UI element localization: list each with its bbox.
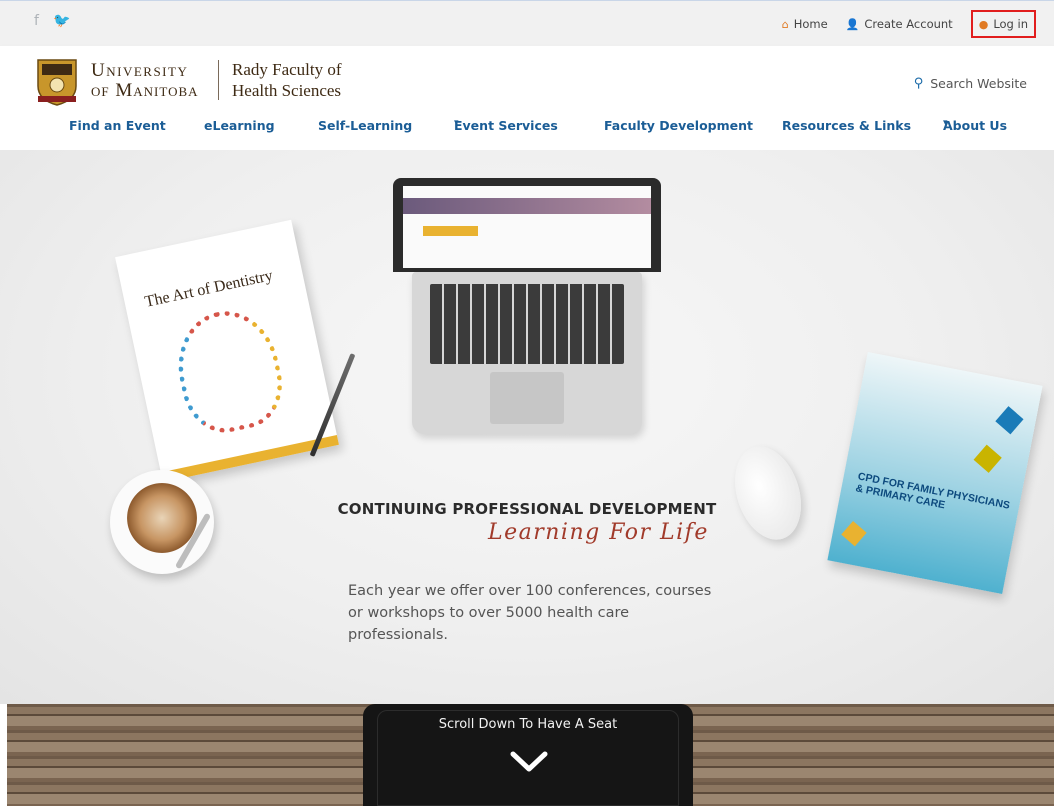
- hero-description: Each year we offer over 100 conferences,…: [348, 583, 712, 643]
- search-label: Search Website: [930, 76, 1027, 91]
- hero-tagline: Learning For Life: [488, 520, 709, 545]
- header-divider: [218, 60, 219, 100]
- facebook-icon[interactable]: f: [34, 13, 39, 29]
- home-icon: ⌂: [781, 17, 789, 31]
- brochure-left-title: The Art of Dentistry: [143, 267, 275, 311]
- keyboard: [430, 284, 624, 364]
- university-name-line1: University: [91, 60, 189, 81]
- hero-heading: CONTINUING PROFESSIONAL DEVELOPMENT: [337, 500, 717, 518]
- top-utility-bar: f 🐦 ⌂ Home 👤 Create Account ● Log in: [0, 0, 1054, 46]
- search-website-button[interactable]: ⚲ Search Website: [914, 76, 1027, 91]
- computer-mouse-image: [723, 437, 813, 549]
- chevron-down-icon: ▾: [943, 118, 948, 128]
- university-name-line2: of Manitoba: [91, 80, 199, 101]
- chevron-down-icon: ▾: [454, 118, 459, 128]
- faculty-name-line1: Rady Faculty of: [232, 60, 342, 79]
- utility-links: ⌂ Home 👤 Create Account ● Log in: [782, 10, 1036, 38]
- site-header: University of Manitoba Rady Faculty of H…: [0, 46, 1054, 150]
- search-icon: ⚲: [913, 76, 924, 91]
- login-label: Log in: [993, 17, 1028, 31]
- art-of-dentistry-brochure-image: The Art of Dentistry: [115, 219, 339, 483]
- home-label: Home: [793, 17, 828, 31]
- login-link[interactable]: ● Log in: [970, 10, 1036, 38]
- hero-banner: The Art of Dentistry CPD FOR FAMILY PHYS…: [0, 150, 1054, 704]
- laptop-screen-image: [393, 178, 661, 272]
- trackpad: [490, 372, 564, 424]
- add-user-icon: 👤: [845, 17, 860, 31]
- create-account-link[interactable]: 👤 Create Account: [846, 17, 953, 31]
- tooth-illustration: [167, 301, 291, 441]
- twitter-icon[interactable]: 🐦: [53, 13, 70, 29]
- faculty-name: Rady Faculty of Health Sciences: [232, 59, 342, 101]
- home-link[interactable]: ⌂ Home: [782, 17, 828, 31]
- create-account-label: Create Account: [864, 17, 953, 31]
- scroll-down-label: Scroll Down To Have A Seat: [438, 717, 618, 732]
- scroll-down-chevron-icon[interactable]: [510, 750, 548, 774]
- coffee-cup-image: [127, 483, 197, 553]
- laptop-keyboard-image: [412, 272, 642, 434]
- social-links: f 🐦: [34, 13, 70, 29]
- university-crest-logo[interactable]: [36, 58, 78, 106]
- cpd-family-physicians-brochure-image: CPD FOR FAMILY PHYSICIANS & PRIMARY CARE: [827, 351, 1043, 595]
- login-icon: ●: [978, 17, 989, 31]
- university-wordmark[interactable]: University of Manitoba: [91, 61, 199, 101]
- faculty-name-line2: Health Sciences: [232, 81, 342, 100]
